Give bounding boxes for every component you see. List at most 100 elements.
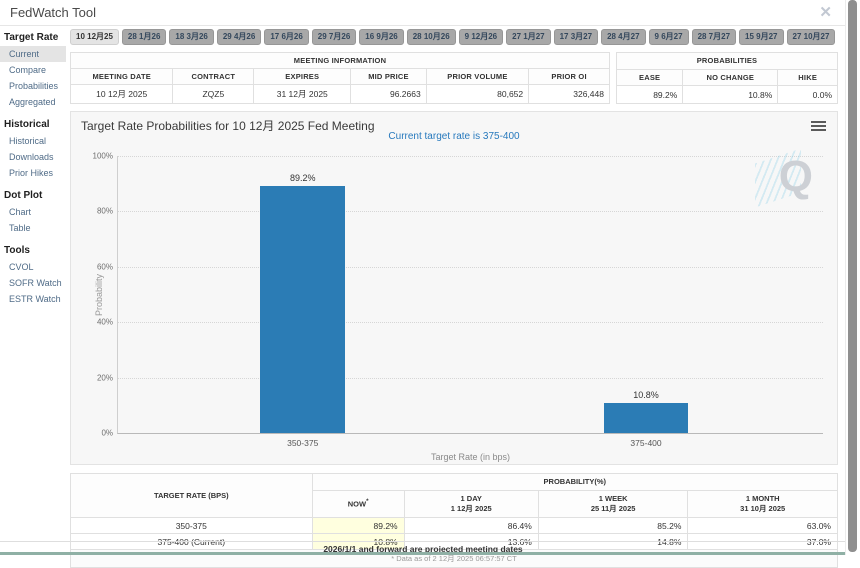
sidebar-item-sofr-watch[interactable]: SOFR Watch <box>0 275 66 291</box>
probabilities-summary-table: PROBABILITIES EASE NO CHANGE HIKE 89.2% … <box>616 52 838 104</box>
sidebar-item-aggregated[interactable]: Aggregated <box>0 94 66 110</box>
tab-meeting-date[interactable]: 27 1月27 <box>506 29 550 45</box>
gridline <box>118 156 823 157</box>
sidebar: Target Rate Current Compare Probabilitie… <box>0 30 66 307</box>
x-tick-label: 350-375 <box>287 438 318 448</box>
meeting-information-table: MEETING INFORMATION MEETING DATE CONTRAC… <box>70 52 610 104</box>
contract-value: ZQZ5 <box>173 85 254 104</box>
probabilities-row: 89.2% 10.8% 0.0% <box>617 86 838 104</box>
sidebar-item-current[interactable]: Current <box>0 46 66 62</box>
tab-meeting-date[interactable]: 29 7月26 <box>312 29 356 45</box>
col-prior-volume: PRIOR VOLUME <box>426 69 528 85</box>
tab-meeting-date[interactable]: 9 12月26 <box>459 29 503 45</box>
scrollbar-track[interactable] <box>845 0 860 555</box>
sidebar-item-compare[interactable]: Compare <box>0 62 66 78</box>
col-now: NOW* <box>312 491 404 518</box>
y-tick-label: 80% <box>97 207 113 216</box>
col-now-label: NOW <box>348 500 366 509</box>
col-1-month: 1 MONTH31 10月 2025 <box>688 491 838 518</box>
col-hike: HIKE <box>778 69 838 86</box>
bar-375-400[interactable]: 10.8% <box>604 403 689 433</box>
col-1-day: 1 DAY1 12月 2025 <box>404 491 538 518</box>
tab-meeting-date[interactable]: 17 6月26 <box>264 29 308 45</box>
gridline <box>118 267 823 268</box>
col-no-change: NO CHANGE <box>683 69 778 86</box>
scrollbar-thumb[interactable] <box>848 0 857 552</box>
col-prior-oi: PRIOR OI <box>529 69 610 85</box>
close-icon[interactable]: ✕ <box>819 5 832 20</box>
watermark-hatch <box>755 149 801 208</box>
col-now-asterisk: * <box>366 498 368 505</box>
fedwatch-app: FedWatch Tool ✕ Target Rate Current Comp… <box>0 0 860 555</box>
tab-meeting-date[interactable]: 28 7月27 <box>692 29 736 45</box>
meeting-date-value: 10 12月 2025 <box>71 85 173 104</box>
tab-meeting-date[interactable]: 17 3月27 <box>554 29 598 45</box>
tab-meeting-date[interactable]: 27 10月27 <box>787 29 836 45</box>
watermark-q-letter: Q <box>779 152 813 202</box>
prior-volume-value: 80,652 <box>426 85 528 104</box>
week-prob-cell: 85.2% <box>538 518 688 534</box>
info-tables-row: MEETING INFORMATION MEETING DATE CONTRAC… <box>70 52 838 104</box>
sidebar-item-prior-hikes[interactable]: Prior Hikes <box>0 165 66 181</box>
ease-value: 89.2% <box>617 86 683 104</box>
tab-meeting-date[interactable]: 29 4月26 <box>217 29 261 45</box>
x-axis-title: Target Rate (in bps) <box>118 452 823 462</box>
rate-range-cell: 350-375 <box>71 518 313 534</box>
tab-meeting-date[interactable]: 28 1月26 <box>122 29 166 45</box>
prior-oi-value: 326,448 <box>529 85 610 104</box>
tab-meeting-date[interactable]: 10 12月25 <box>70 29 119 45</box>
tab-meeting-date[interactable]: 15 9月27 <box>739 29 783 45</box>
sidebar-item-downloads[interactable]: Downloads <box>0 149 66 165</box>
bar-350-375[interactable]: 89.2% <box>260 186 345 433</box>
chart-plot-area: 100% 80% 60% 40% 20% 0% 89.2% 10.8% 350-… <box>117 156 823 434</box>
y-tick-label: 0% <box>101 429 113 438</box>
meeting-date-tabs: 10 12月25 28 1月26 18 3月26 29 4月26 17 6月26… <box>70 29 838 45</box>
now-prob-cell: 89.2% <box>312 518 404 534</box>
sidebar-section-tools: Tools <box>4 245 66 256</box>
tab-meeting-date[interactable]: 28 10月26 <box>407 29 456 45</box>
gridline <box>118 322 823 323</box>
y-tick-label: 100% <box>93 152 113 161</box>
col-expires: EXPIRES <box>254 69 351 85</box>
quikstrike-watermark: Q <box>763 150 815 210</box>
tab-meeting-date[interactable]: 16 9月26 <box>359 29 403 45</box>
table-row: 350-375 89.2% 86.4% 85.2% 63.0% <box>71 518 838 534</box>
sidebar-item-chart[interactable]: Chart <box>0 204 66 220</box>
x-tick-label: 375-400 <box>630 438 661 448</box>
no-change-value: 10.8% <box>683 86 778 104</box>
probabilities-title: PROBABILITIES <box>617 53 838 70</box>
y-tick-label: 20% <box>97 373 113 382</box>
col-contract: CONTRACT <box>173 69 254 85</box>
y-axis-title: Probability <box>94 273 104 315</box>
col-ease: EASE <box>617 69 683 86</box>
sidebar-section-dot-plot: Dot Plot <box>4 190 66 201</box>
tab-meeting-date[interactable]: 28 4月27 <box>601 29 645 45</box>
col-target-rate-bps: TARGET RATE (BPS) <box>71 474 313 518</box>
bar-value-label: 89.2% <box>260 173 345 183</box>
app-header: FedWatch Tool ✕ <box>0 0 846 26</box>
tab-meeting-date[interactable]: 9 6月27 <box>649 29 689 45</box>
gridline <box>118 378 823 379</box>
col-meeting-date: MEETING DATE <box>71 69 173 85</box>
col-group-probability: PROBABILITY(%) <box>312 474 837 491</box>
gridline <box>118 211 823 212</box>
main-content: 10 12月25 28 1月26 18 3月26 29 4月26 17 6月26… <box>70 29 838 568</box>
col-mid-price: MID PRICE <box>351 69 426 85</box>
mid-price-value: 96.2663 <box>351 85 426 104</box>
probability-chart: Target Rate Probabilities for 10 12月 202… <box>70 111 838 465</box>
month-prob-cell: 63.0% <box>688 518 838 534</box>
day-prob-cell: 86.4% <box>404 518 538 534</box>
hike-value: 0.0% <box>778 86 838 104</box>
footer-divider <box>0 541 846 542</box>
col-1-week: 1 WEEK25 11月 2025 <box>538 491 688 518</box>
sidebar-item-cvol[interactable]: CVOL <box>0 259 66 275</box>
sidebar-item-historical[interactable]: Historical <box>0 133 66 149</box>
sidebar-item-table[interactable]: Table <box>0 220 66 236</box>
meeting-info-title: MEETING INFORMATION <box>71 53 610 69</box>
tab-meeting-date[interactable]: 18 3月26 <box>169 29 213 45</box>
meeting-info-row: 10 12月 2025 ZQZ5 31 12月 2025 96.2663 80,… <box>71 85 610 104</box>
sidebar-item-probabilities[interactable]: Probabilities <box>0 78 66 94</box>
page-title: FedWatch Tool <box>10 5 96 20</box>
sidebar-item-estr-watch[interactable]: ESTR Watch <box>0 291 66 307</box>
y-tick-label: 60% <box>97 262 113 271</box>
